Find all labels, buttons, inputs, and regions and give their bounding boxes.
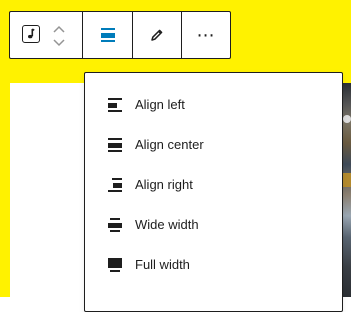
align-button[interactable] [83, 12, 132, 58]
edit-button[interactable] [133, 12, 181, 58]
cover-image-edge [342, 83, 351, 297]
block-toolbar: ⋯ [9, 11, 231, 59]
align-dropdown-menu: Align left Align center Align right Wide… [84, 72, 343, 312]
pencil-icon [151, 29, 163, 41]
menu-item-wide-width[interactable]: Wide width [85, 207, 342, 243]
more-options-ellipsis-icon: ⋯ [196, 25, 216, 45]
align-left-icon [108, 98, 122, 112]
chevron-up-icon[interactable] [53, 25, 65, 33]
align-right-icon [108, 178, 122, 192]
menu-item-label: Align right [135, 177, 193, 192]
menu-item-label: Align center [135, 137, 204, 152]
audio-music-note-icon [22, 25, 40, 43]
block-switcher-button[interactable] [10, 12, 82, 58]
align-full-width-icon [108, 258, 122, 272]
menu-item-label: Wide width [135, 217, 199, 232]
image-detail [343, 115, 351, 123]
chevron-down-icon[interactable] [53, 39, 65, 47]
menu-item-align-right[interactable]: Align right [85, 167, 342, 203]
align-center-icon [100, 28, 115, 42]
image-detail [342, 173, 351, 187]
menu-item-label: Align left [135, 97, 185, 112]
menu-item-align-center[interactable]: Align center [85, 127, 342, 163]
menu-item-align-left[interactable]: Align left [85, 87, 342, 123]
align-center-icon [108, 138, 122, 152]
menu-item-label: Full width [135, 257, 190, 272]
block-movers [52, 22, 66, 50]
align-wide-icon [108, 218, 122, 232]
menu-item-full-width[interactable]: Full width [85, 247, 342, 283]
more-options-button[interactable]: ⋯ [182, 12, 230, 58]
